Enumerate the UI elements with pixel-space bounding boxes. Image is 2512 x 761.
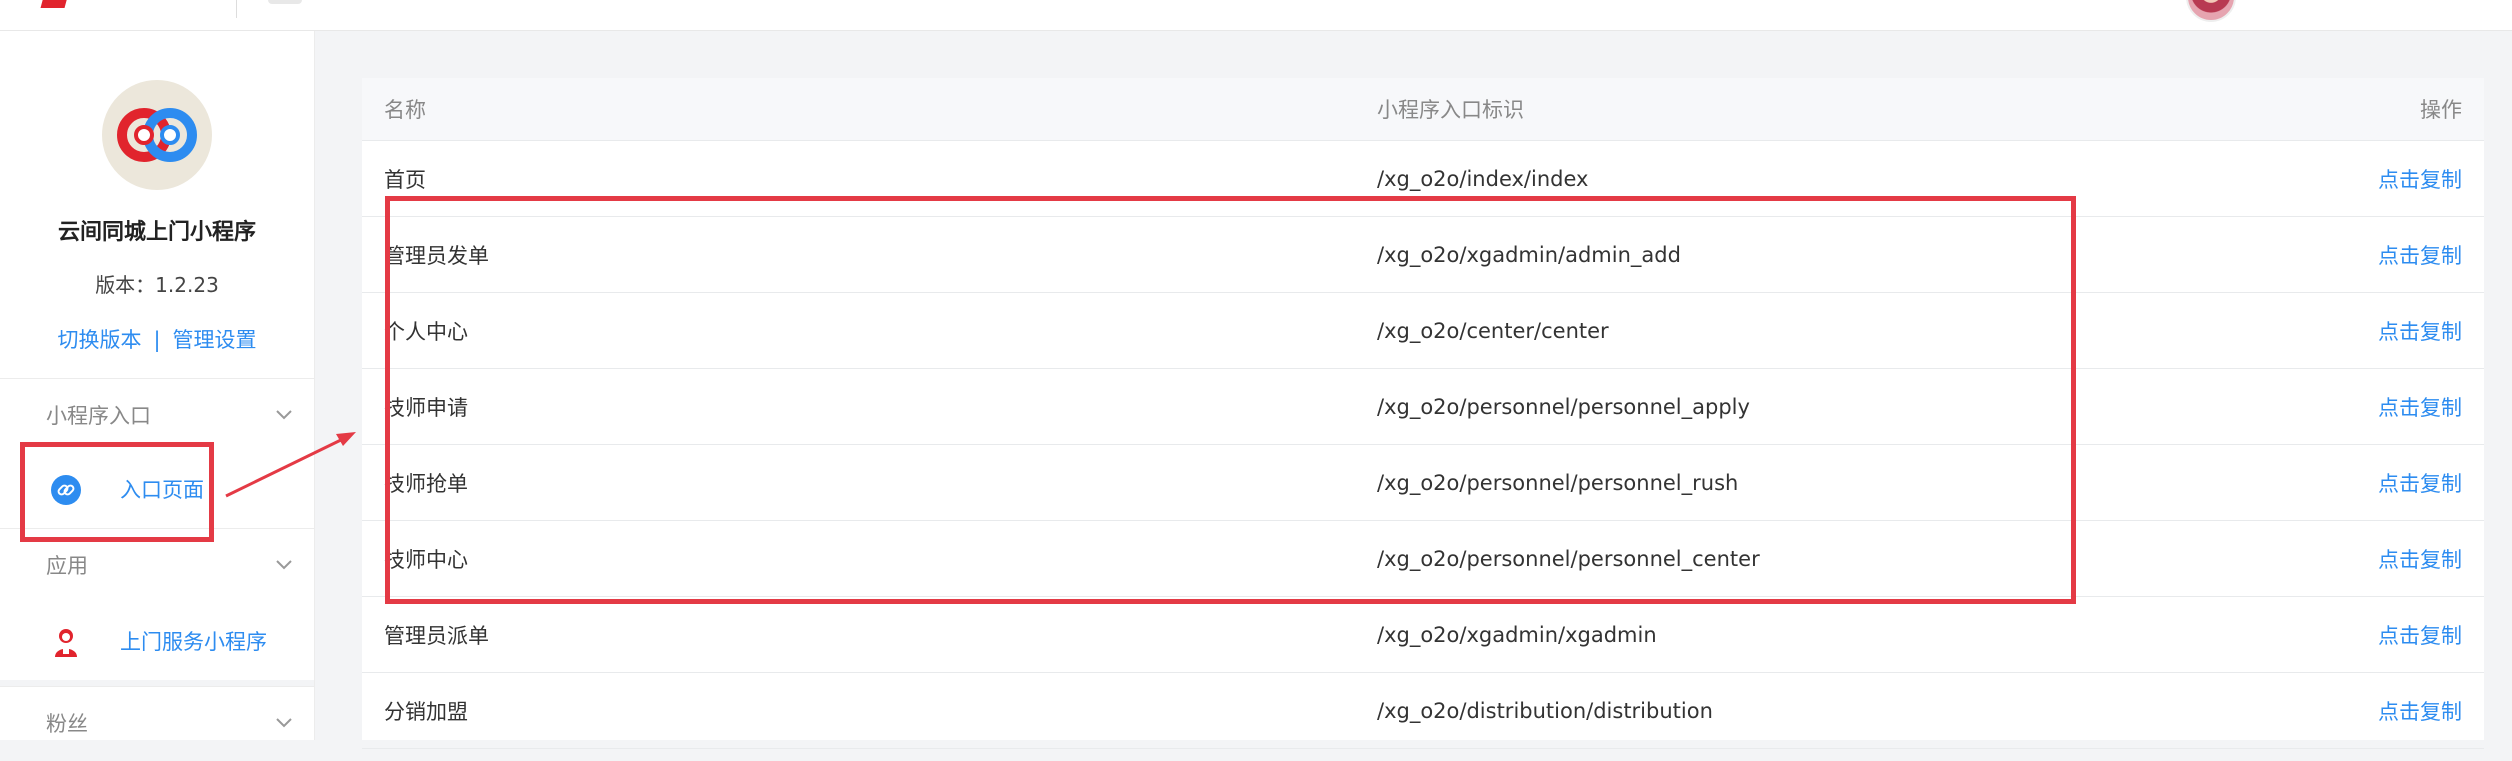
sidebar-section-label: 粉丝	[46, 712, 88, 736]
app-version: 版本：1.2.23	[95, 273, 219, 297]
row-name: 管理员派单	[362, 596, 1377, 673]
table-row: 分销加盟/xg_o2o/distribution/distribution 点击复…	[362, 672, 2484, 749]
sidebar: 云间同城上门小程序 版本：1.2.23 切换版本 | 管理设置 小程序入口 入口页面…	[0, 31, 315, 740]
sidebar-item-label: 上门服务小程序	[120, 630, 267, 654]
copy-link[interactable]: 点击复制	[2378, 320, 2462, 344]
chevron-down-icon	[276, 718, 292, 728]
copy-link[interactable]: 点击复制	[2378, 624, 2462, 648]
app-links: 切换版本 | 管理设置	[0, 324, 314, 354]
menu-toggle-button[interactable]	[268, 0, 302, 4]
user-avatar[interactable]	[2186, 0, 2236, 22]
app-logo	[102, 80, 212, 190]
row-path: /xg_o2o/xgadmin/xgadmin	[1377, 596, 2336, 673]
copy-link[interactable]: 点击复制	[2378, 168, 2462, 192]
sidebar-item-service-app[interactable]: 上门服务小程序	[0, 604, 314, 680]
row-action-cell: 点击复制	[2336, 292, 2484, 369]
switch-version-link[interactable]: 切换版本	[57, 328, 141, 352]
row-action-cell: 点击复制	[2336, 216, 2484, 293]
column-header-path: 小程序入口标识	[1377, 78, 2336, 141]
app-name: 云间同城上门小程序	[57, 220, 256, 245]
chevron-down-icon	[276, 560, 292, 570]
top-bar	[0, 0, 2512, 31]
top-divider	[236, 0, 237, 18]
row-action-cell: 点击复制	[2336, 368, 2484, 445]
copy-link[interactable]: 点击复制	[2378, 472, 2462, 496]
infinity-logo-icon	[117, 108, 197, 162]
copy-link[interactable]: 点击复制	[2378, 244, 2462, 268]
brand-logo[interactable]	[40, 0, 72, 8]
row-name: 分销加盟	[362, 672, 1377, 749]
manage-settings-link[interactable]: 管理设置	[173, 328, 257, 352]
table-header-row: 名称 小程序入口标识 操作	[362, 78, 2484, 141]
row-action-cell: 点击复制	[2336, 444, 2484, 521]
copy-link[interactable]: 点击复制	[2378, 396, 2462, 420]
copy-link[interactable]: 点击复制	[2378, 548, 2462, 572]
row-action-cell: 点击复制	[2336, 140, 2484, 217]
column-header-action: 操作	[2336, 78, 2484, 141]
row-action-cell: 点击复制	[2336, 520, 2484, 597]
annotation-box-sidebar	[20, 442, 214, 542]
annotation-box-table	[385, 196, 2076, 604]
sidebar-section-fans[interactable]: 粉丝	[0, 686, 314, 761]
column-header-name: 名称	[362, 78, 1377, 141]
service-person-icon	[55, 629, 77, 657]
table-row: 管理员派单/xg_o2o/xgadmin/xgadmin 点击复制	[362, 596, 2484, 673]
row-action-cell: 点击复制	[2336, 596, 2484, 673]
row-path: /xg_o2o/distribution/distribution	[1377, 672, 2336, 749]
copy-link[interactable]: 点击复制	[2378, 700, 2462, 724]
row-action-cell: 点击复制	[2336, 672, 2484, 749]
chevron-down-icon	[276, 410, 292, 420]
link-separator: |	[153, 328, 161, 352]
